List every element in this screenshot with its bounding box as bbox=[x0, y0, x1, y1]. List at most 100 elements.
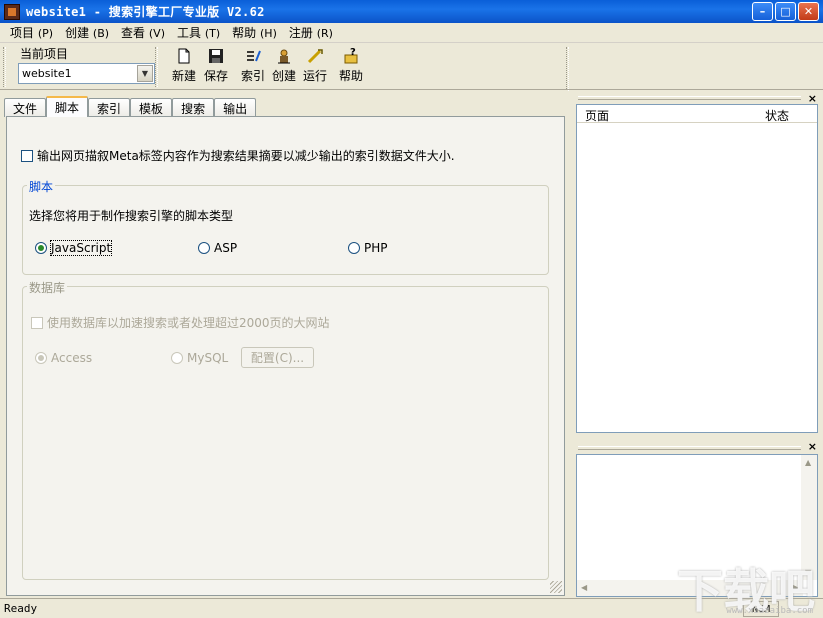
current-project-label: 当前项目 bbox=[20, 47, 69, 61]
radio-php[interactable]: PHP bbox=[348, 241, 388, 255]
page-list-header: 页面 状态 bbox=[577, 105, 817, 123]
run-button[interactable]: 运行 bbox=[303, 47, 327, 84]
column-header-status[interactable]: 状态 bbox=[757, 105, 797, 123]
radio-javascript-label: JavaScript bbox=[49, 240, 113, 256]
tab-template[interactable]: 模板 bbox=[130, 98, 173, 117]
menu-help[interactable]: 帮助 (H) bbox=[226, 24, 283, 41]
help-label: 帮助 bbox=[339, 69, 364, 83]
toolbar-area: 当前项目 website1 ▼ 新建 保存 索引 创建 运行 ? 帮助 bbox=[0, 43, 823, 91]
menu-accel: (B) bbox=[92, 27, 110, 40]
new-label: 新建 bbox=[172, 69, 197, 83]
build-label: 创建 bbox=[272, 69, 297, 83]
script-tab-panel: 输出网页描叙Meta标签内容作为搜索结果摘要以减少输出的索引数据文件大小. 脚本… bbox=[6, 116, 565, 596]
script-prompt: 选择您将用于制作搜索引擎的脚本类型 bbox=[29, 209, 234, 223]
menu-bar: 项目 (P) 创建 (B) 查看 (V) 工具 (T) 帮助 (H) 注册 (R… bbox=[0, 23, 823, 43]
menu-label: 帮助 bbox=[232, 26, 257, 40]
radio-asp-button[interactable] bbox=[198, 242, 210, 254]
pane-grip[interactable] bbox=[578, 96, 801, 100]
menu-label: 创建 bbox=[65, 26, 90, 40]
radio-access[interactable]: Access bbox=[35, 351, 92, 365]
radio-php-button[interactable] bbox=[348, 242, 360, 254]
run-icon bbox=[307, 49, 323, 64]
status-text: Ready bbox=[4, 602, 38, 615]
database-group-title: 数据库 bbox=[27, 279, 68, 296]
use-db-checkbox-label: 使用数据库以加速搜索或者处理超过2000页的大网站 bbox=[47, 316, 330, 330]
radio-mysql-label: MySQL bbox=[187, 351, 229, 365]
radio-javascript[interactable]: JavaScript bbox=[35, 240, 113, 256]
toolbar-separator bbox=[566, 47, 569, 91]
meta-checkbox[interactable] bbox=[21, 149, 33, 162]
toolbar-grip[interactable] bbox=[3, 47, 6, 87]
menu-project[interactable]: 项目 (P) bbox=[4, 24, 59, 41]
minimize-button[interactable]: – bbox=[752, 2, 773, 21]
watermark-url: www.xiazaiba.com bbox=[726, 606, 813, 616]
config-button[interactable]: 配置(C)... bbox=[241, 347, 314, 368]
tab-output[interactable]: 输出 bbox=[214, 98, 257, 117]
size-grip[interactable] bbox=[550, 581, 562, 593]
menu-register[interactable]: 注册 (R) bbox=[283, 24, 339, 41]
radio-asp-label: ASP bbox=[214, 241, 238, 255]
radio-access-label: Access bbox=[51, 351, 93, 365]
chevron-down-icon[interactable]: ▼ bbox=[137, 65, 153, 82]
menu-accel: (P) bbox=[37, 27, 54, 40]
build-button[interactable]: 创建 bbox=[272, 47, 296, 84]
menu-label: 注册 bbox=[288, 26, 313, 40]
new-file-icon bbox=[178, 48, 190, 64]
tab-index[interactable]: 索引 bbox=[88, 98, 131, 117]
meta-checkbox-row[interactable]: 输出网页描叙Meta标签内容作为搜索结果摘要以减少输出的索引数据文件大小. bbox=[21, 147, 455, 164]
menu-build[interactable]: 创建 (B) bbox=[59, 24, 115, 41]
page-list-pane: × 页面 状态 bbox=[572, 90, 823, 435]
save-label: 保存 bbox=[204, 69, 229, 83]
svg-text:?: ? bbox=[350, 47, 356, 58]
help-button[interactable]: ? 帮助 bbox=[339, 47, 363, 84]
scroll-left-icon[interactable]: ◀ bbox=[581, 583, 587, 592]
project-select[interactable]: website1 ▼ bbox=[18, 63, 155, 84]
menu-label: 项目 bbox=[10, 26, 35, 40]
index-label: 索引 bbox=[241, 69, 266, 83]
title-bar: website1 - 搜索引擎工厂专业版 V2.62 – □ ✕ bbox=[0, 0, 823, 23]
log-close-button[interactable]: × bbox=[808, 440, 817, 453]
pane-grip[interactable] bbox=[578, 446, 801, 450]
use-db-checkbox-row[interactable]: 使用数据库以加速搜索或者处理超过2000页的大网站 bbox=[31, 314, 330, 331]
tab-script[interactable]: 脚本 bbox=[46, 96, 89, 117]
close-button[interactable]: ✕ bbox=[798, 2, 819, 21]
menu-label: 工具 bbox=[177, 26, 202, 40]
vertical-scrollbar[interactable]: ▲ ▼ bbox=[801, 455, 817, 580]
radio-php-label: PHP bbox=[364, 241, 388, 255]
save-button[interactable]: 保存 bbox=[204, 47, 228, 84]
menu-view[interactable]: 查看 (V) bbox=[115, 24, 171, 41]
menu-accel: (H) bbox=[260, 27, 277, 40]
menu-accel: (T) bbox=[204, 27, 221, 40]
column-header-page[interactable]: 页面 bbox=[577, 105, 757, 123]
left-panel: 文件 脚本 索引 模板 搜索 输出 输出网页描叙Meta标签内容作为搜索结果摘要… bbox=[0, 90, 567, 598]
meta-checkbox-label: 输出网页描叙Meta标签内容作为搜索结果摘要以减少输出的索引数据文件大小. bbox=[37, 149, 455, 163]
toolbar-grip[interactable] bbox=[155, 47, 158, 87]
help-icon: ? bbox=[344, 47, 358, 64]
radio-mysql-button[interactable] bbox=[171, 352, 183, 364]
script-groupbox bbox=[22, 185, 549, 275]
use-db-checkbox[interactable] bbox=[31, 316, 43, 329]
radio-access-button[interactable] bbox=[35, 352, 47, 364]
radio-asp[interactable]: ASP bbox=[198, 241, 237, 255]
app-icon bbox=[4, 3, 20, 20]
tab-file[interactable]: 文件 bbox=[4, 98, 47, 117]
project-select-value: website1 bbox=[22, 67, 72, 80]
tab-search[interactable]: 搜索 bbox=[172, 98, 215, 117]
window-title: website1 - 搜索引擎工厂专业版 V2.62 bbox=[26, 5, 265, 19]
tab-strip: 文件 脚本 索引 模板 搜索 输出 bbox=[4, 96, 257, 117]
radio-mysql[interactable]: MySQL bbox=[171, 351, 228, 365]
menu-accel: (V) bbox=[148, 27, 165, 40]
maximize-button[interactable]: □ bbox=[775, 2, 796, 21]
radio-javascript-button[interactable] bbox=[35, 242, 47, 254]
script-group-title: 脚本 bbox=[27, 178, 56, 195]
menu-tools[interactable]: 工具 (T) bbox=[171, 24, 226, 41]
window-controls: – □ ✕ bbox=[752, 2, 819, 21]
index-button[interactable]: 索引 bbox=[241, 47, 265, 84]
floppy-disk-icon bbox=[209, 49, 223, 63]
new-button[interactable]: 新建 bbox=[172, 47, 196, 84]
index-icon bbox=[247, 50, 261, 62]
build-icon bbox=[278, 49, 290, 64]
scroll-up-icon[interactable]: ▲ bbox=[805, 458, 811, 467]
page-list[interactable]: 页面 状态 bbox=[576, 104, 818, 433]
menu-accel: (R) bbox=[316, 27, 333, 40]
